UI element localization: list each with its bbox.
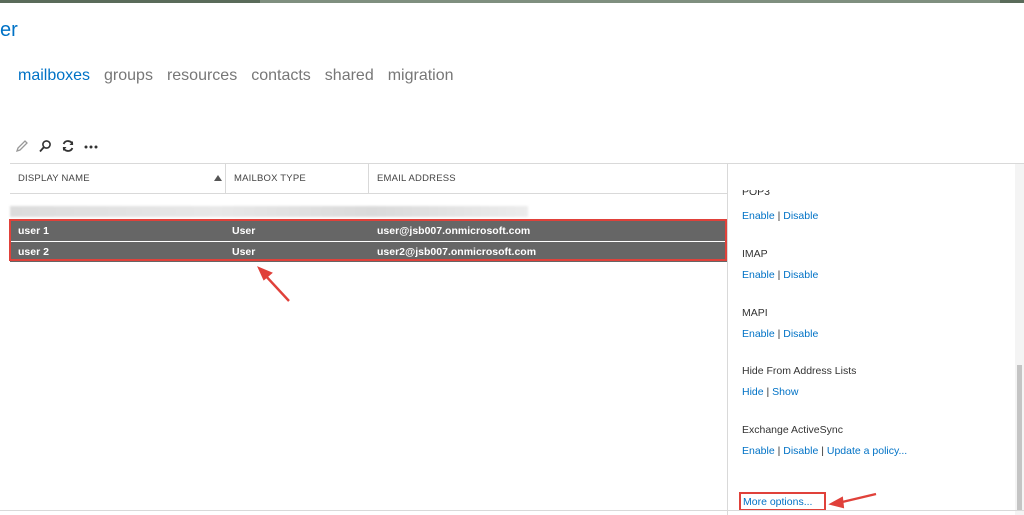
bottom-border bbox=[0, 510, 1024, 511]
sort-ascending-icon bbox=[214, 175, 222, 181]
details-divider bbox=[727, 163, 728, 515]
imap-enable-link[interactable]: Enable bbox=[742, 269, 775, 281]
cell-email-address: user@jsb007.onmicrosoft.com bbox=[377, 225, 531, 237]
tab-groups[interactable]: groups bbox=[104, 66, 153, 86]
hide-links: Hide | Show bbox=[742, 386, 799, 398]
cell-mailbox-type: User bbox=[232, 246, 256, 258]
section-title-exchange-activesync: Exchange ActiveSync bbox=[742, 424, 843, 436]
tab-migration[interactable]: migration bbox=[388, 66, 454, 86]
toolbar bbox=[12, 138, 104, 154]
imap-links: Enable | Disable bbox=[742, 269, 819, 281]
table-row[interactable]: user 1 User user@jsb007.onmicrosoft.com bbox=[10, 221, 728, 241]
tab-contacts[interactable]: contacts bbox=[251, 66, 311, 86]
edit-icon[interactable] bbox=[12, 138, 32, 154]
tab-shared[interactable]: shared bbox=[325, 66, 374, 86]
more-options-link[interactable]: More options... bbox=[743, 496, 812, 508]
pop3-links: Enable | Disable bbox=[742, 210, 819, 222]
refresh-icon[interactable] bbox=[58, 138, 78, 154]
table-header: DISPLAY NAME MAILBOX TYPE EMAIL ADDRESS bbox=[10, 164, 728, 194]
mapi-enable-link[interactable]: Enable bbox=[742, 328, 775, 340]
cell-display-name: user 2 bbox=[18, 246, 49, 258]
cell-mailbox-type: User bbox=[232, 225, 256, 237]
section-title-mapi: MAPI bbox=[742, 307, 768, 319]
column-header-mailbox-type[interactable]: MAILBOX TYPE bbox=[226, 164, 369, 193]
more-icon[interactable] bbox=[81, 138, 101, 154]
tab-mailboxes[interactable]: mailboxes bbox=[18, 66, 90, 86]
section-title-pop3: POP3 bbox=[742, 190, 771, 198]
details-top-border bbox=[727, 163, 1024, 164]
nav-tabs: mailboxes groups resources contacts shar… bbox=[18, 66, 468, 86]
page-title: er bbox=[0, 19, 18, 41]
search-icon[interactable] bbox=[35, 138, 55, 154]
update-policy-link[interactable]: Update a policy... bbox=[827, 445, 907, 457]
hide-link[interactable]: Hide bbox=[742, 386, 764, 398]
mailbox-table: DISPLAY NAME MAILBOX TYPE EMAIL ADDRESS … bbox=[10, 163, 728, 511]
imap-disable-link[interactable]: Disable bbox=[783, 269, 818, 281]
cell-email-address: user2@jsb007.onmicrosoft.com bbox=[377, 246, 537, 258]
blurred-row bbox=[10, 206, 528, 217]
section-title-imap: IMAP bbox=[742, 248, 768, 260]
activesync-links: Enable | Disable | Update a policy... bbox=[742, 445, 908, 457]
pop3-disable-link[interactable]: Disable bbox=[783, 210, 818, 222]
activesync-enable-link[interactable]: Enable bbox=[742, 445, 775, 457]
section-title-hide-from-address-lists: Hide From Address Lists bbox=[742, 365, 857, 377]
tab-resources[interactable]: resources bbox=[167, 66, 237, 86]
cell-display-name: user 1 bbox=[18, 225, 49, 237]
top-banner-strip bbox=[0, 0, 1024, 3]
pop3-enable-link[interactable]: Enable bbox=[742, 210, 775, 222]
mapi-disable-link[interactable]: Disable bbox=[783, 328, 818, 340]
activesync-disable-link[interactable]: Disable bbox=[783, 445, 818, 457]
mapi-links: Enable | Disable bbox=[742, 328, 819, 340]
annotation-arrow-more-options bbox=[828, 492, 877, 509]
details-scrollbar-thumb[interactable] bbox=[1017, 365, 1022, 510]
column-header-display-name[interactable]: DISPLAY NAME bbox=[10, 164, 226, 193]
column-header-email-address[interactable]: EMAIL ADDRESS bbox=[369, 164, 728, 193]
table-row[interactable]: user 2 User user2@jsb007.onmicrosoft.com bbox=[10, 242, 728, 262]
show-link[interactable]: Show bbox=[772, 386, 798, 398]
